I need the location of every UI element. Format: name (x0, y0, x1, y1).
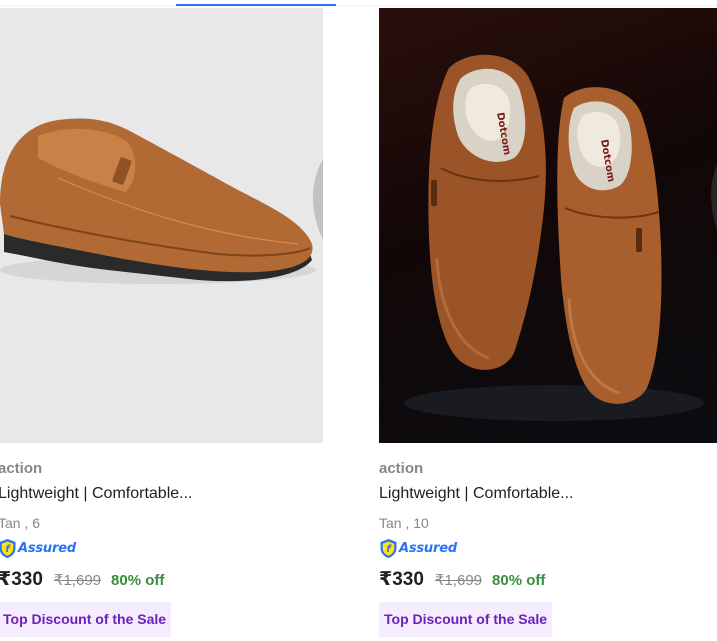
product-info: action Lightweight | Comfortable... Tan … (379, 443, 717, 637)
discount-percent: 80% off (492, 572, 546, 589)
heart-icon[interactable] (687, 26, 717, 443)
assured-badge: f Assured (0, 536, 323, 560)
product-variant: Tan , 10 (379, 515, 429, 531)
product-image[interactable] (0, 8, 323, 443)
selling-price: ₹330 (379, 569, 424, 590)
price-row: ₹330 ₹1,699 80% off (379, 562, 717, 598)
assured-shield-icon: f (0, 538, 16, 558)
active-tab-indicator (176, 4, 336, 6)
assured-shield-icon: f (380, 538, 397, 558)
product-card[interactable]: Dotcom Dotcom action Lightweight | Comfo… (379, 8, 717, 637)
price-row: ₹330 ₹1,699 80% off (0, 562, 323, 598)
assured-badge: f Assured (379, 536, 717, 560)
product-brand: action (0, 460, 43, 477)
offer-tag: Top Discount of the Sale (379, 602, 553, 637)
selling-price: ₹330 (0, 569, 43, 590)
assured-label: Assured (18, 540, 76, 556)
offer-tag: Top Discount of the Sale (0, 602, 172, 637)
discount-percent: 80% off (111, 572, 165, 589)
product-variant: Tan , 6 (0, 515, 41, 531)
tan-loafer-pair-image: Dotcom Dotcom (404, 54, 704, 421)
product-title[interactable]: Lightweight | Comfortable... (0, 479, 323, 509)
product-image[interactable]: Dotcom Dotcom (379, 8, 717, 443)
product-title[interactable]: Lightweight | Comfortable... (379, 479, 717, 509)
tab-underline-bar (0, 0, 717, 6)
product-info: action Lightweight | Comfortable... Tan … (0, 443, 323, 637)
heart-icon[interactable] (290, 26, 323, 443)
assured-label: Assured (399, 540, 457, 556)
product-card[interactable]: action Lightweight | Comfortable... Tan … (0, 8, 323, 637)
original-price: ₹1,699 (53, 572, 102, 589)
tan-loafer-shoe-image (0, 118, 316, 284)
product-brand: action (379, 460, 424, 477)
original-price: ₹1,699 (434, 572, 483, 589)
